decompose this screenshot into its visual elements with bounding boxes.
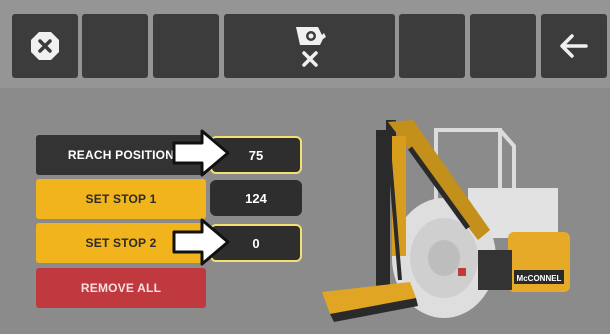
back-button[interactable]: [541, 14, 607, 78]
toolbar-slot-1[interactable]: [82, 14, 148, 78]
close-icon: [31, 32, 59, 60]
brand-label: McCONNEL: [517, 274, 562, 283]
toolbar-slot-2[interactable]: [153, 14, 219, 78]
remove-all-button[interactable]: REMOVE ALL: [36, 268, 206, 308]
mower-head-cancel-icon: [295, 27, 326, 67]
mower-cancel-button[interactable]: [224, 14, 395, 78]
pointer-arrow-icon: [172, 218, 230, 266]
close-button[interactable]: [12, 14, 78, 78]
tractor-flail-illustration: McCONNEL: [322, 120, 570, 322]
back-arrow-icon: [560, 34, 588, 58]
toolbar-slot-4[interactable]: [470, 14, 536, 78]
toolbar: [0, 0, 610, 88]
set-stop-1-value[interactable]: 124: [210, 180, 302, 216]
pointer-arrow-icon: [172, 129, 230, 177]
set-stop-1-button[interactable]: SET STOP 1: [36, 179, 206, 219]
toolbar-slot-3[interactable]: [399, 14, 465, 78]
